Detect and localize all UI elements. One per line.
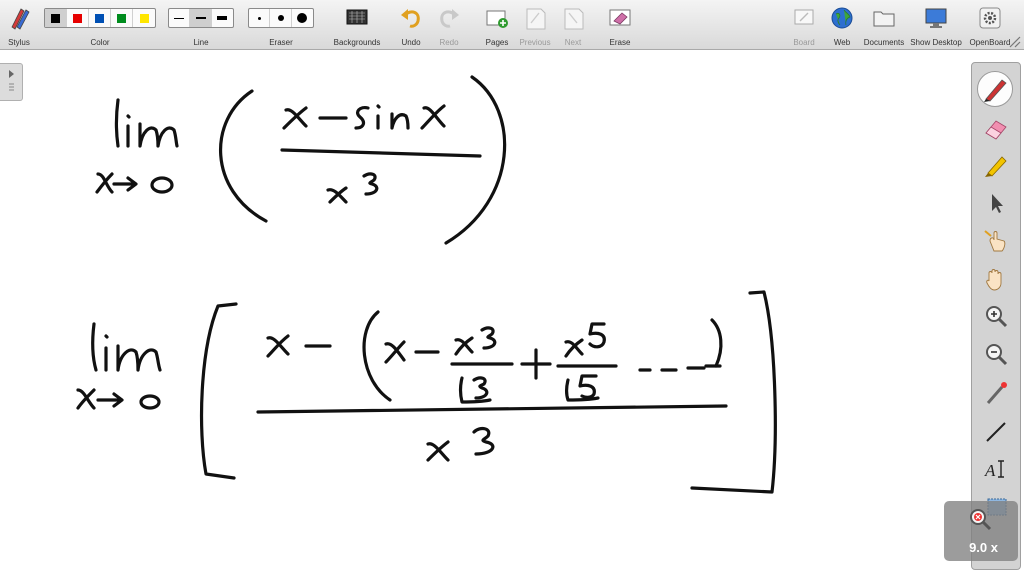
redo-label: Redo <box>439 38 459 47</box>
limit-expression-1 <box>95 75 507 245</box>
color-label: Color <box>90 38 110 47</box>
line-widths <box>168 8 234 28</box>
color-group: Color <box>44 4 156 48</box>
undo-label: Undo <box>401 38 421 47</box>
eraser-tool-button[interactable] <box>982 115 1010 143</box>
limit-expression-2 <box>76 290 777 494</box>
svg-text:A: A <box>984 461 996 480</box>
pages-button[interactable]: Pages <box>480 4 514 48</box>
line-icon <box>986 422 1006 442</box>
show-desktop-label: Show Desktop <box>910 38 962 47</box>
color-yellow[interactable] <box>133 9 155 27</box>
pen-icon <box>984 79 1007 102</box>
undo-button[interactable]: Undo <box>394 4 428 48</box>
zoom-out-icon <box>986 344 1008 366</box>
zoom-in-tool-button[interactable] <box>982 303 1010 331</box>
previous-label: Previous <box>519 38 551 47</box>
board-icon <box>794 9 814 25</box>
next-page-icon <box>564 8 584 30</box>
eraser-label: Eraser <box>269 38 293 47</box>
line-thin[interactable] <box>169 9 191 27</box>
backgrounds-label: Backgrounds <box>333 38 381 47</box>
backgrounds-button[interactable]: Backgrounds <box>330 4 384 48</box>
expand-icon[interactable] <box>1008 35 1022 49</box>
erase-button[interactable]: Erase <box>603 4 637 48</box>
next-label: Next <box>564 38 582 47</box>
eraser-small[interactable] <box>249 9 271 27</box>
previous-page-icon <box>526 8 546 30</box>
line-medium[interactable] <box>190 9 212 27</box>
selector-icon <box>992 194 1003 213</box>
previous-button[interactable]: Previous <box>516 4 554 48</box>
zoom-level: 9.0 x <box>969 540 998 555</box>
top-toolbar: Stylus Color Line Eraser Backgrounds Und… <box>0 0 1024 50</box>
redo-icon <box>440 9 459 28</box>
eraser-sizes <box>248 8 314 28</box>
documents-button[interactable]: Documents <box>862 4 906 48</box>
whiteboard-canvas[interactable] <box>0 51 970 576</box>
eraser-icon <box>985 120 1007 140</box>
web-label: Web <box>833 38 851 47</box>
zoom-indicator: 9.0 x <box>944 501 1018 561</box>
hand-icon <box>986 269 1002 291</box>
line-label: Line <box>193 38 209 47</box>
pages-label: Pages <box>485 38 509 47</box>
documents-label: Documents <box>863 38 905 47</box>
marker-tool-button[interactable] <box>982 151 1010 179</box>
tool-palette: A <box>971 62 1021 570</box>
selector-tool-button[interactable] <box>982 189 1010 217</box>
color-black[interactable] <box>45 9 67 27</box>
line-group: Line <box>168 4 234 48</box>
color-blue[interactable] <box>89 9 111 27</box>
eraser-medium[interactable] <box>270 9 292 27</box>
color-green[interactable] <box>111 9 133 27</box>
zoom-in-icon <box>986 306 1008 328</box>
stylus-icon <box>11 8 30 30</box>
eraser-group: Eraser <box>248 4 314 48</box>
zoom-out-tool-button[interactable] <box>982 341 1010 369</box>
erase-label: Erase <box>609 38 631 47</box>
line-thick[interactable] <box>212 9 233 27</box>
web-button[interactable]: Web <box>826 4 858 48</box>
openboard-button[interactable]: OpenBoard <box>966 4 1014 48</box>
add-page-icon <box>486 10 508 28</box>
undo-icon <box>401 9 420 28</box>
eraser-large[interactable] <box>292 9 313 27</box>
interact-tool-button[interactable] <box>982 227 1010 255</box>
settings-gear-icon <box>979 7 1001 29</box>
folder-icon <box>873 11 895 27</box>
interact-icon <box>984 230 1006 252</box>
line-tool-button[interactable] <box>982 417 1010 445</box>
marker-icon <box>985 156 1007 177</box>
monitor-icon <box>925 8 947 28</box>
hand-tool-button[interactable] <box>982 265 1010 293</box>
board-label: Board <box>793 38 815 47</box>
text-tool-button[interactable]: A <box>982 455 1010 483</box>
next-button[interactable]: Next <box>556 4 590 48</box>
stylus-label: Stylus <box>8 38 30 47</box>
stylus-button[interactable]: Stylus <box>2 4 36 48</box>
backgrounds-icon <box>346 9 368 25</box>
redo-button[interactable]: Redo <box>432 4 466 48</box>
laser-pointer-icon <box>986 382 1007 404</box>
pen-tool-button[interactable] <box>977 71 1013 107</box>
erase-board-icon <box>609 9 631 26</box>
zoom-magnifier-icon <box>970 509 992 531</box>
color-swatches <box>44 8 156 28</box>
openboard-label: OpenBoard <box>969 38 1011 47</box>
show-desktop-button[interactable]: Show Desktop <box>908 4 964 48</box>
laser-pointer-tool-button[interactable] <box>982 379 1010 407</box>
text-icon: A <box>984 460 1004 480</box>
color-red[interactable] <box>67 9 89 27</box>
globe-icon <box>831 7 853 29</box>
board-button[interactable]: Board <box>788 4 820 48</box>
